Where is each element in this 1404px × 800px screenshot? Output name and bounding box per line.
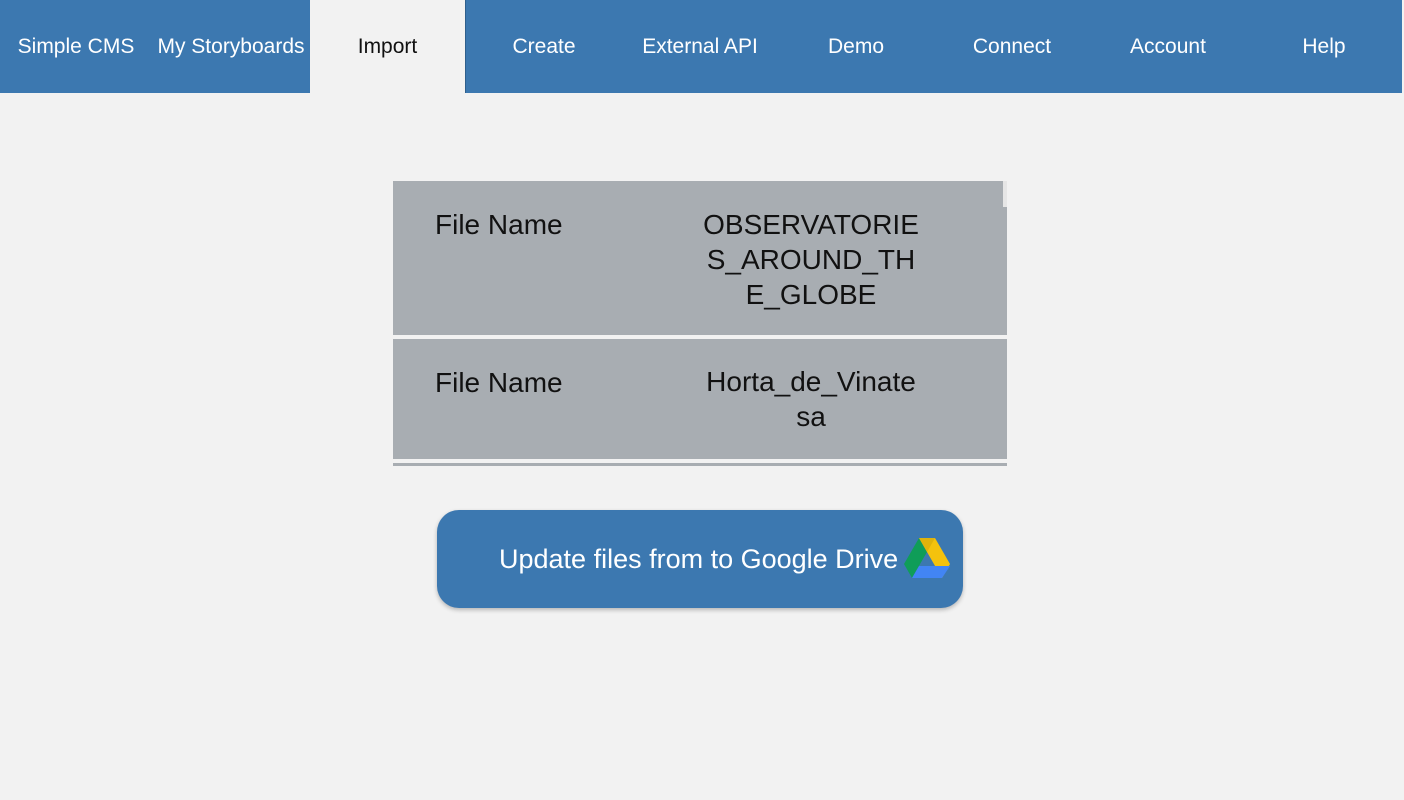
tab-account[interactable]: Account: [1090, 0, 1246, 93]
file-name-label: File Name: [435, 209, 563, 240]
tab-my-storyboards[interactable]: My Storyboards: [152, 0, 310, 93]
file-name-label: File Name: [435, 367, 563, 398]
update-from-google-drive-button[interactable]: Update files from to Google Drive: [437, 510, 963, 608]
tab-import[interactable]: Import: [310, 0, 466, 93]
google-drive-icon: [904, 538, 950, 578]
file-row[interactable]: File Name OBSERVATORIES_AROUND_THE_GLOBE: [393, 181, 1007, 335]
tab-simple-cms[interactable]: Simple CMS: [0, 0, 152, 93]
tab-help[interactable]: Help: [1246, 0, 1402, 93]
top-navigation-bar: Simple CMS My Storyboards Import Create …: [0, 0, 1404, 93]
list-scrollbar[interactable]: [1003, 181, 1007, 207]
file-list[interactable]: File Name OBSERVATORIES_AROUND_THE_GLOBE…: [393, 181, 1007, 466]
tab-create[interactable]: Create: [466, 0, 622, 93]
file-row-partial: [393, 463, 1007, 466]
file-name-value: OBSERVATORIES_AROUND_THE_GLOBE: [703, 209, 919, 310]
tab-demo[interactable]: Demo: [778, 0, 934, 93]
tab-external-api[interactable]: External API: [622, 0, 778, 93]
tab-connect[interactable]: Connect: [934, 0, 1090, 93]
file-name-value: Horta_de_Vinatesa: [706, 366, 916, 432]
file-row[interactable]: File Name Horta_de_Vinatesa: [393, 339, 1007, 459]
drive-button-label: Update files from to Google Drive: [499, 544, 899, 574]
